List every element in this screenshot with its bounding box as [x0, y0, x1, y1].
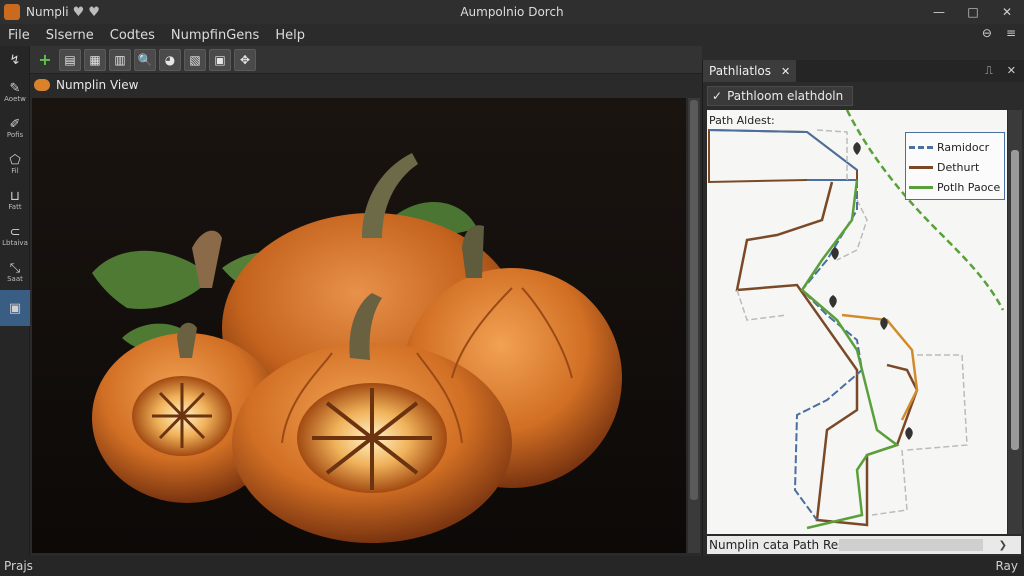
- menu-help[interactable]: Help: [267, 28, 313, 43]
- result-scroll-track[interactable]: [839, 539, 983, 551]
- settings-button[interactable]: ✥: [234, 48, 256, 71]
- viewer-title: Numplin View: [56, 78, 139, 92]
- path-panel: Pathliatlos ✕ ⎍ ✕ ✓ Pathloom elathdoln P…: [702, 60, 1024, 556]
- search-button[interactable]: 🔍: [134, 48, 156, 71]
- wand-icon[interactable]: ↯: [0, 46, 30, 74]
- viewer-scroll-thumb[interactable]: [690, 100, 698, 500]
- status-right: Ray: [995, 559, 1018, 573]
- close-tab-icon[interactable]: ✕: [781, 65, 790, 78]
- tab-label: Pathliatlos: [709, 64, 772, 78]
- bucket-icon: ⊔: [9, 188, 21, 204]
- add-button[interactable]: +: [34, 48, 56, 71]
- pumpkin-image: [32, 98, 686, 553]
- path-result-bar: Numplin cata Path Result ❯: [707, 536, 1021, 554]
- toolbar: + ▤ ▦ ▥ 🔍 ◕ ▧ ▣ ✥: [30, 46, 702, 74]
- panel-tabs: Pathliatlos ✕ ⎍ ✕: [703, 60, 1024, 82]
- menu-codtes[interactable]: Codtes: [102, 28, 163, 43]
- tool-select[interactable]: ▣: [0, 290, 30, 326]
- tool-label: Fil: [11, 166, 19, 175]
- map-legend: Ramidocr Dethurt Potlh Paoce: [905, 132, 1005, 200]
- image-canvas[interactable]: [32, 98, 686, 553]
- menu-numpfingens[interactable]: NumpfinGens: [163, 28, 267, 43]
- tool-label: Pofis: [6, 130, 24, 139]
- app-name: Numpli: [26, 5, 69, 19]
- tool-fatt[interactable]: ⊔ Fatt: [0, 182, 30, 218]
- subheader-label: Pathloom elathdoln: [727, 89, 844, 103]
- save-file-button[interactable]: ▦: [84, 48, 106, 71]
- legend-label: Dethurt: [937, 160, 980, 174]
- status-bar: Prajs Ray: [0, 556, 1024, 576]
- color-button[interactable]: ◕: [159, 48, 181, 71]
- legend-label: Potlh Paoce: [937, 180, 1001, 194]
- lasso-icon: ⊂: [9, 224, 21, 240]
- legend-swatch-green: [909, 185, 933, 189]
- panel-scrollbar[interactable]: [1008, 110, 1022, 534]
- tool-label: Lbtaiva: [2, 238, 28, 247]
- menu-slserne[interactable]: Slserne: [38, 28, 102, 43]
- map-label: Path Aldest:: [709, 114, 775, 127]
- tool-label: Aoetw: [4, 94, 26, 103]
- pumpkin-icon: [34, 79, 50, 91]
- tool-rail: ↯ ✎ Aoetw ✐ Pofis ⬠ Fil ⊔ Fatt ⊂ Lbtaiva…: [0, 46, 30, 556]
- heart-icon[interactable]: ♥: [73, 5, 85, 20]
- tool-saat[interactable]: ⤡ Saat: [0, 254, 30, 290]
- chevron-right-icon[interactable]: ❯: [999, 540, 1007, 551]
- pencil-icon: ✎: [9, 80, 21, 96]
- tool-lbtaiva[interactable]: ⊂ Lbtaiva: [0, 218, 30, 254]
- result-label: Numplin cata Path Result: [709, 538, 861, 552]
- tool-pofis[interactable]: ✐ Pofis: [0, 110, 30, 146]
- select-icon: ▣: [8, 300, 22, 316]
- menu-icon[interactable]: ≡: [1006, 26, 1016, 40]
- close-panel-icon[interactable]: ✕: [1007, 64, 1016, 78]
- status-left: Prajs: [4, 559, 33, 573]
- app-icon: [4, 4, 20, 20]
- minimize-button[interactable]: —: [922, 0, 956, 24]
- shape-icon: ⬠: [9, 152, 21, 168]
- pen-icon: ✐: [9, 116, 21, 132]
- tab-pathliatlos[interactable]: Pathliatlos ✕: [703, 60, 797, 82]
- window-title: Aumpolnio Dorch: [460, 5, 564, 19]
- undock-icon[interactable]: ⎍: [985, 64, 993, 78]
- tool-label: Fatt: [8, 202, 22, 211]
- tool-fil[interactable]: ⬠ Fil: [0, 146, 30, 182]
- pumpkin-viewer: Numplin View: [30, 74, 702, 556]
- heart-icon[interactable]: ♥: [88, 5, 100, 20]
- grid-button[interactable]: ▧: [184, 48, 206, 71]
- legend-label: Ramidocr: [937, 140, 990, 154]
- legend-item: Dethurt: [909, 157, 1001, 177]
- legend-item: Ramidocr: [909, 137, 1001, 157]
- path-subheader[interactable]: ✓ Pathloom elathdoln: [707, 86, 853, 106]
- transform-icon: ⤡: [9, 260, 21, 276]
- viewer-scrollbar[interactable]: [688, 98, 700, 553]
- export-button[interactable]: ▣: [209, 48, 231, 71]
- menu-file[interactable]: File: [0, 28, 38, 43]
- panel-scroll-thumb[interactable]: [1011, 150, 1019, 450]
- open-file-button[interactable]: ▤: [59, 48, 81, 71]
- legend-swatch-brown: [909, 165, 933, 169]
- viewer-header: Numplin View: [30, 74, 702, 96]
- tool-label: Saat: [7, 274, 23, 283]
- title-bar: Numpli ♥ ♥ Aumpolnio Dorch — □ ✕: [0, 0, 1024, 24]
- close-button[interactable]: ✕: [990, 0, 1024, 24]
- zoom-out-icon[interactable]: ⊖: [982, 26, 992, 40]
- legend-swatch-blue: [909, 145, 933, 149]
- maximize-button[interactable]: □: [956, 0, 990, 24]
- tool-aoetw[interactable]: ✎ Aoetw: [0, 74, 30, 110]
- menu-bar: File Slserne Codtes NumpfinGens Help ⊖ ≡: [0, 24, 1024, 46]
- path-map[interactable]: Path Aldest: Ramidocr Dethurt Potlh Paoc…: [707, 110, 1007, 534]
- checkmark-icon: ✓: [712, 89, 723, 103]
- legend-item: Potlh Paoce: [909, 177, 1001, 197]
- layers-button[interactable]: ▥: [109, 48, 131, 71]
